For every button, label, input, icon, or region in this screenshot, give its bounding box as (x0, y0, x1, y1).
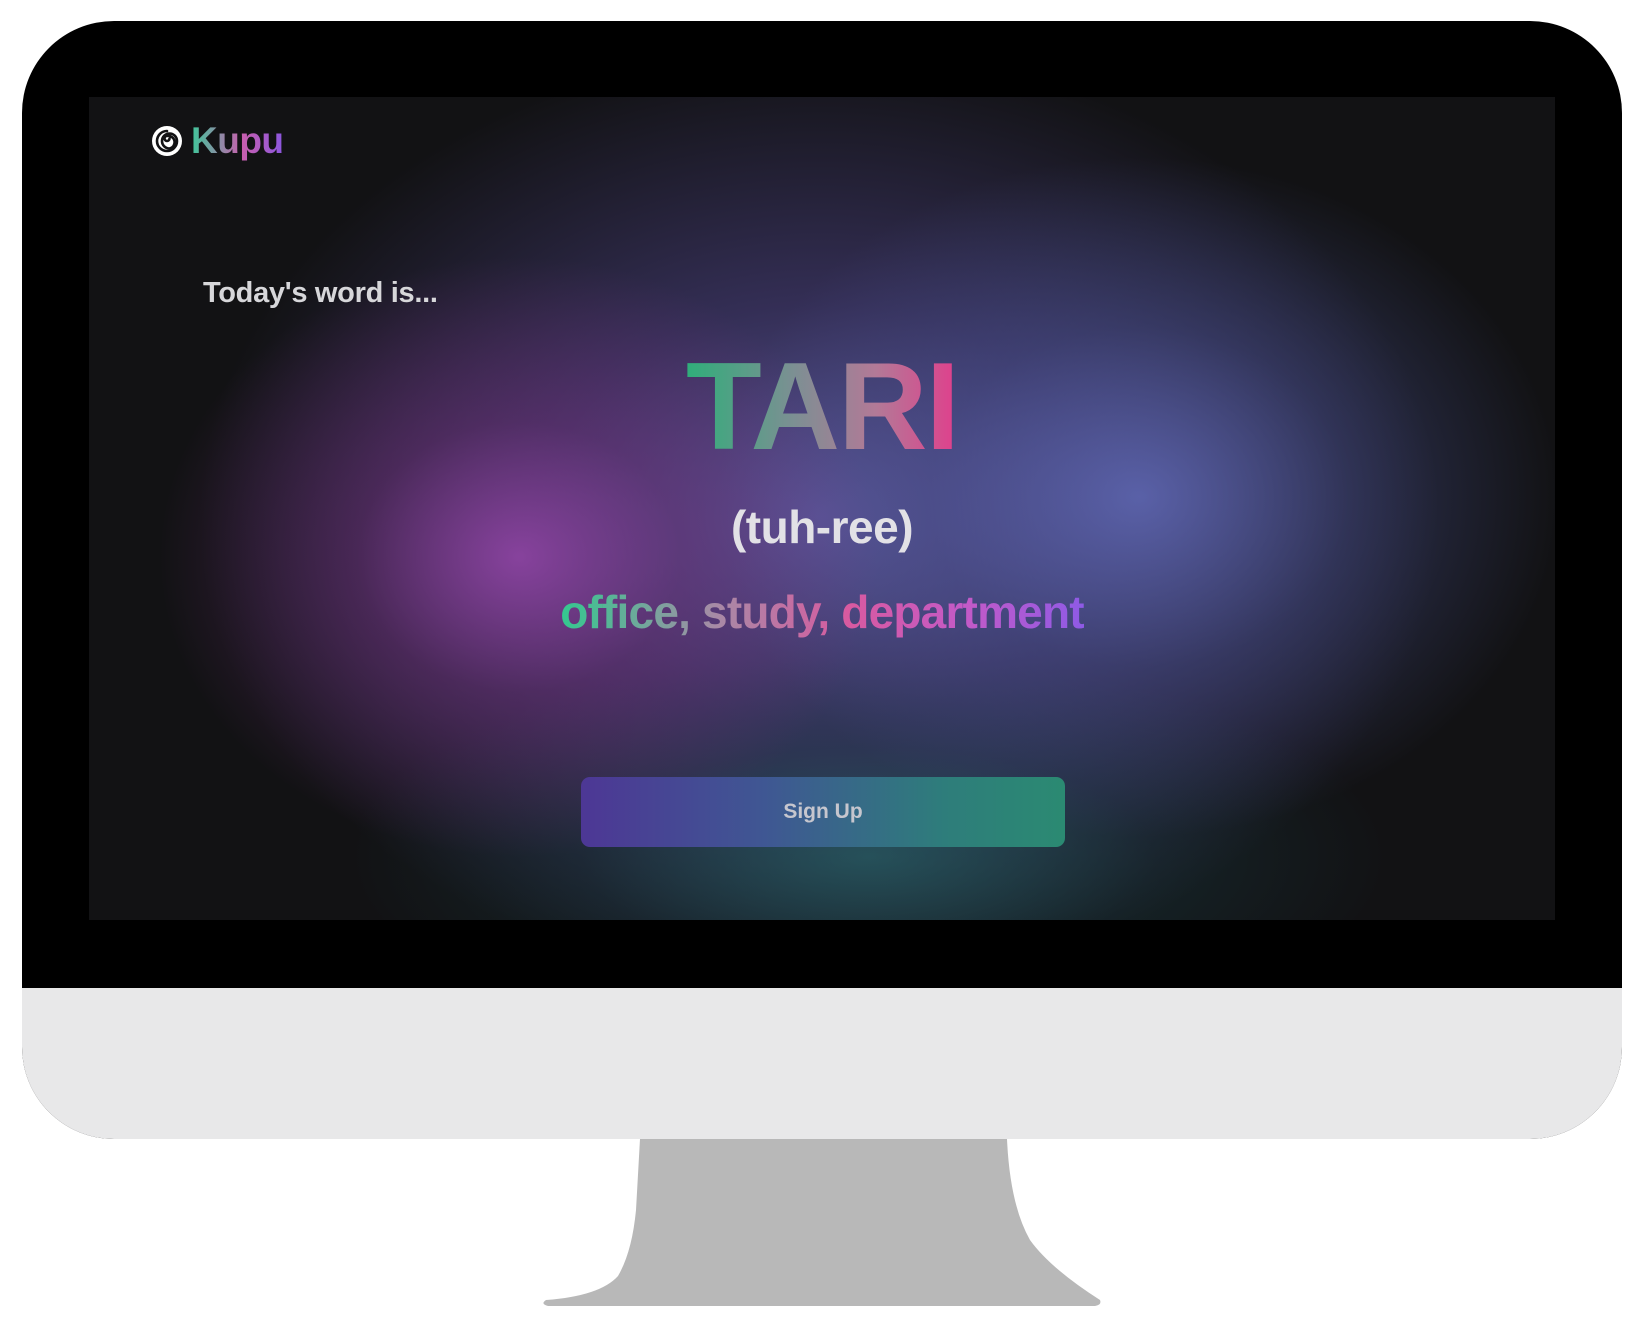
monitor-stand (543, 1139, 1101, 1306)
desktop-mockup: Kupu Today's word is... TARI (tuh-ree) o… (0, 0, 1640, 1324)
